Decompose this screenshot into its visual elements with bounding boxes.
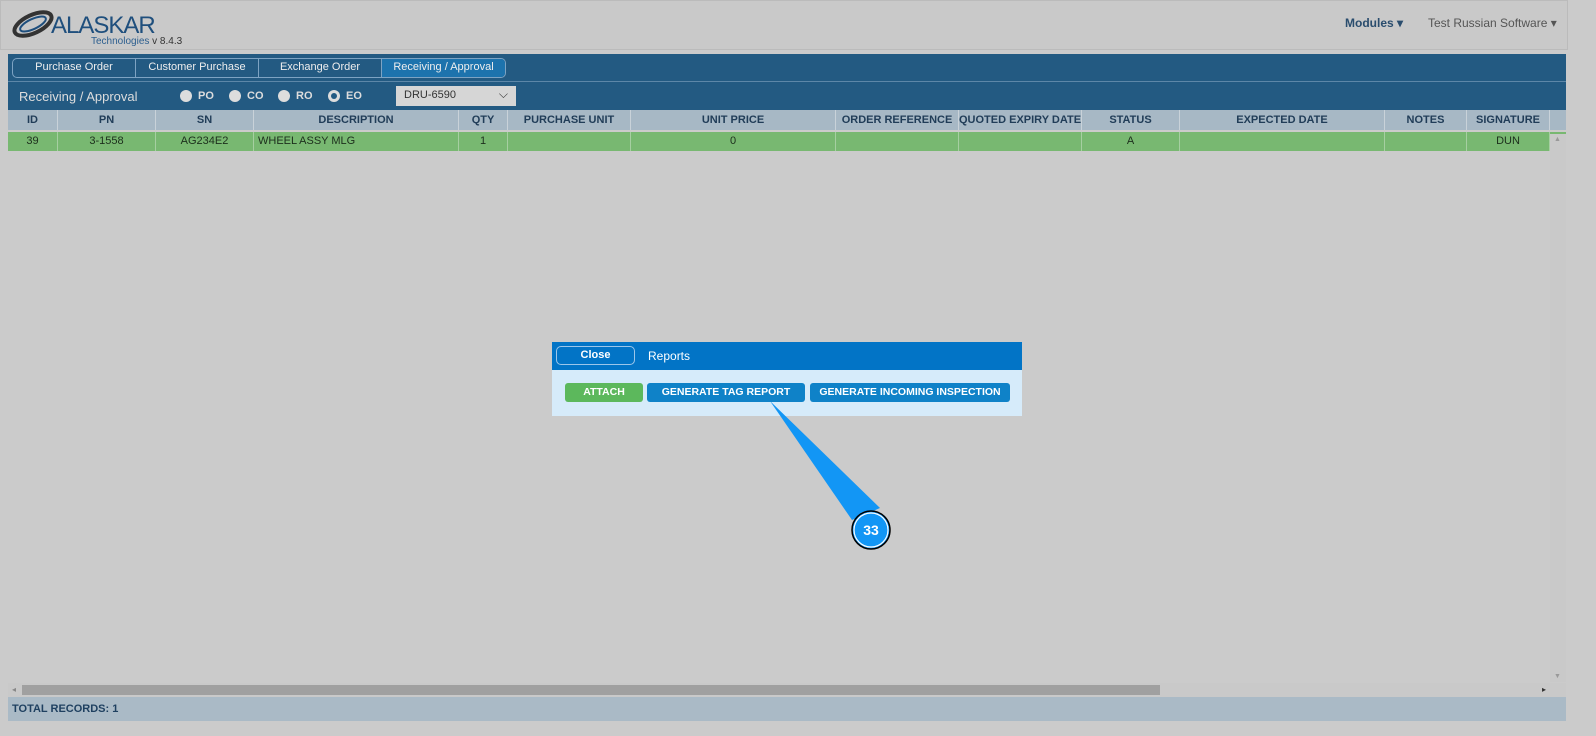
scroll-up-icon[interactable]: ▲ [1554, 136, 1561, 143]
radio-eo[interactable]: EO [328, 90, 362, 102]
radio-label: RO [296, 90, 313, 102]
dialog-header: Close Reports [552, 342, 1022, 370]
scroll-left-icon[interactable]: ◂ [12, 685, 16, 694]
radio-po[interactable]: PO [180, 90, 214, 102]
table-header: ID PN SN DESCRIPTION QTY PURCHASE UNIT UNIT PR… [8, 110, 1566, 130]
radio-checked-icon [328, 90, 340, 102]
modules-label: Modules [1345, 16, 1394, 30]
alaskar-logo: ALASKAR Technologies v 8.4.3 [11, 9, 182, 47]
generate-incoming-inspection-button[interactable]: GENERATE INCOMING INSPECTION [810, 383, 1010, 402]
radio-circle-icon [229, 90, 241, 102]
radio-co[interactable]: CO [229, 90, 264, 102]
column-header[interactable]: SIGNATURE [1467, 110, 1550, 130]
table-cell [836, 132, 959, 151]
order-select[interactable]: DRU-6590 ⌵ [396, 86, 516, 106]
radio-label: EO [346, 90, 362, 102]
radio-circle-icon [180, 90, 192, 102]
section-title: Receiving / Approval [19, 89, 138, 104]
scroll-right-icon[interactable]: ▸ [1542, 685, 1546, 694]
table-cell: 1 [459, 132, 508, 151]
total-records: TOTAL RECORDS: 1 [8, 697, 1566, 721]
callout-pointer [770, 401, 880, 520]
table-row[interactable]: 39 3-1558 AG234E2 WHEEL ASSY MLG 1 0 A DUN [8, 132, 1566, 151]
table-cell: AG234E2 [156, 132, 254, 151]
radio-circle-icon [278, 90, 290, 102]
attach-button[interactable]: ATTACH [565, 383, 643, 402]
caret-down-icon: ▾ [1550, 16, 1557, 30]
radio-ro[interactable]: RO [278, 90, 313, 102]
divider [8, 81, 1566, 82]
column-header[interactable]: UNIT PRICE [631, 110, 836, 130]
column-header[interactable]: NOTES [1385, 110, 1467, 130]
dialog-title: Reports [648, 349, 691, 363]
radio-label: CO [247, 90, 264, 102]
logo-swoosh-icon [12, 10, 54, 38]
chevron-down-icon: ⌵ [498, 87, 508, 101]
tab-purchase-order[interactable]: Purchase Order [13, 59, 136, 77]
table-cell: DUN [1467, 132, 1550, 151]
scroll-down-icon[interactable]: ▼ [1554, 673, 1561, 680]
table-cell [959, 132, 1082, 151]
table-cell: 39 [8, 132, 58, 151]
column-header[interactable]: STATUS [1082, 110, 1180, 130]
version: v 8.4.3 [152, 36, 183, 47]
select-value: DRU-6590 [404, 89, 456, 101]
callout-number: 33 [863, 522, 879, 538]
user-menu[interactable]: Test Russian Software ▾ [1428, 16, 1557, 30]
brand-tagline: Technologies [91, 36, 150, 47]
table-cell: 3-1558 [58, 132, 156, 151]
column-header[interactable]: ORDER REFERENCE [836, 110, 959, 130]
brand-sub: Technologies v 8.4.3 [91, 36, 182, 47]
scrollbar-thumb[interactable] [22, 685, 1160, 695]
tab-customer-purchase-order[interactable]: Customer Purchase Order [136, 59, 259, 77]
table-cell: A [1082, 132, 1180, 151]
caret-down-icon: ▾ [1397, 16, 1404, 30]
table-cell [1385, 132, 1467, 151]
table-cell [508, 132, 631, 151]
column-header[interactable]: SN [156, 110, 254, 130]
callout-badge [851, 510, 891, 550]
reports-dialog: Close Reports ATTACH GENERATE TAG REPORT… [552, 342, 1022, 416]
column-header[interactable]: DESCRIPTION [254, 110, 459, 130]
close-button[interactable]: Close [556, 346, 635, 365]
table-cell: 0 [631, 132, 836, 151]
horizontal-scrollbar[interactable]: ◂ ▸ [8, 683, 1566, 697]
order-tabs: Purchase Order Customer Purchase Order E… [12, 58, 506, 78]
table-cell [1180, 132, 1385, 151]
column-header[interactable]: EXPECTED DATE [1180, 110, 1385, 130]
column-header[interactable]: PURCHASE UNIT [508, 110, 631, 130]
column-header[interactable]: PN [58, 110, 156, 130]
column-header[interactable]: ID [8, 110, 58, 130]
column-header[interactable]: QTY [459, 110, 508, 130]
radio-label: PO [198, 90, 214, 102]
user-label: Test Russian Software [1428, 16, 1548, 30]
modules-menu[interactable]: Modules ▾ [1345, 16, 1403, 30]
top-navbar: ALASKAR Technologies v 8.4.3 Modules ▾ T… [0, 0, 1568, 50]
generate-tag-report-button[interactable]: GENERATE TAG REPORT [647, 383, 805, 402]
tab-receiving-approval[interactable]: Receiving / Approval [382, 59, 505, 77]
order-toolbar: Purchase Order Customer Purchase Order E… [8, 54, 1566, 110]
tab-exchange-order[interactable]: Exchange Order [259, 59, 382, 77]
table-cell: WHEEL ASSY MLG [254, 132, 459, 151]
vertical-scrollbar[interactable]: ▲ ▼ [1550, 134, 1566, 682]
column-header[interactable]: QUOTED EXPIRY DATE [959, 110, 1082, 130]
